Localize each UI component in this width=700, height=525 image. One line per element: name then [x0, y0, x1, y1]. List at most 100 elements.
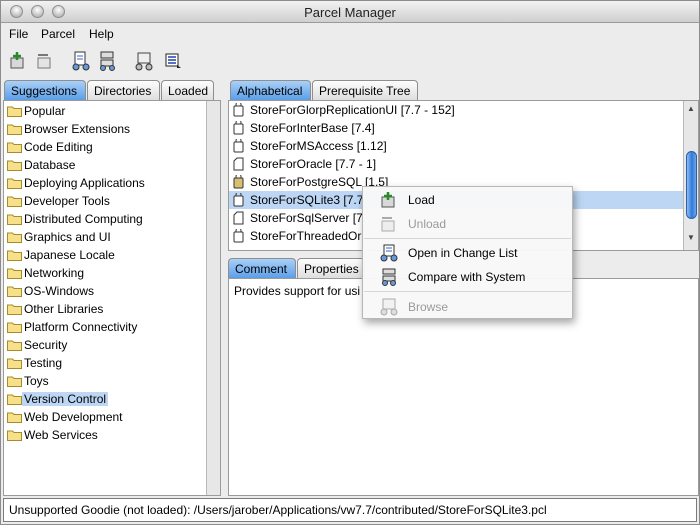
- category-item[interactable]: Web Services: [4, 426, 220, 444]
- category-item[interactable]: Developer Tools: [4, 192, 220, 210]
- context-menu: Load Unload Open in Change List Compare …: [362, 186, 573, 319]
- parcel-scroll-thumb[interactable]: [686, 151, 697, 219]
- tab-comment[interactable]: Comment: [228, 258, 296, 278]
- category-item[interactable]: Database: [4, 156, 220, 174]
- context-load-label: Load: [408, 193, 435, 207]
- context-unload-label: Unload: [408, 217, 447, 231]
- tab-directories[interactable]: Directories: [87, 80, 160, 100]
- parcel-icon: [233, 121, 244, 135]
- context-open-change-list[interactable]: Open in Change List: [363, 242, 572, 264]
- tab-alphabetical[interactable]: Alphabetical: [230, 80, 311, 100]
- menu-file[interactable]: File: [9, 27, 28, 41]
- folder-icon: [7, 304, 22, 315]
- publish-icon[interactable]: [163, 51, 183, 71]
- parcel-label: StoreForInterBase [7.4]: [250, 121, 375, 135]
- category-item[interactable]: Other Libraries: [4, 300, 220, 318]
- category-item[interactable]: Security: [4, 336, 220, 354]
- folder-icon: [7, 160, 22, 171]
- parcel-tab-bar: Alphabetical Prerequisite Tree: [230, 80, 420, 100]
- category-label: Popular: [24, 104, 66, 118]
- folder-icon: [7, 412, 22, 423]
- parcel-item[interactable]: StoreForOracle [7.7 - 1]: [229, 155, 684, 173]
- folder-icon: [7, 142, 22, 153]
- unload-parcel-icon[interactable]: [35, 51, 55, 71]
- menu-help[interactable]: Help: [89, 27, 114, 41]
- category-label: Platform Connectivity: [24, 320, 138, 334]
- detail-tab-bar: Comment Properties: [228, 258, 368, 278]
- parcel-locked-icon: [233, 175, 244, 189]
- parcel-label: StoreForMSAccess [1.12]: [250, 139, 387, 153]
- browse-icon[interactable]: [134, 51, 154, 71]
- compare-system-icon[interactable]: [98, 51, 118, 71]
- folder-icon: [7, 358, 22, 369]
- category-label: Version Control: [22, 392, 109, 406]
- parcel-item[interactable]: StoreForMSAccess [1.12]: [229, 137, 684, 155]
- parcel-label: StoreForSqlServer [7.: [250, 211, 367, 225]
- folder-icon: [7, 232, 22, 243]
- left-tab-bar: Suggestions Directories Loaded: [4, 80, 214, 100]
- category-scrollbar[interactable]: [206, 101, 220, 495]
- status-text: Unsupported Goodie (not loaded): /Users/…: [9, 503, 547, 517]
- category-label: Networking: [24, 266, 85, 280]
- load-parcel-icon[interactable]: [8, 51, 28, 71]
- category-item[interactable]: Testing: [4, 354, 220, 372]
- category-item[interactable]: Version Control: [4, 390, 220, 408]
- category-label: Distributed Computing: [24, 212, 143, 226]
- category-label: Code Editing: [24, 140, 93, 154]
- context-compare-with-system-label: Compare with System: [408, 270, 526, 284]
- folder-icon: [7, 268, 22, 279]
- category-label: Web Services: [24, 428, 98, 442]
- context-unload[interactable]: Unload: [363, 213, 572, 235]
- open-change-list-icon[interactable]: [71, 51, 91, 71]
- parcel-scrollbar[interactable]: ▲ ▼: [683, 101, 698, 250]
- category-label: Other Libraries: [24, 302, 104, 316]
- category-item[interactable]: Toys: [4, 372, 220, 390]
- category-label: Database: [24, 158, 76, 172]
- category-item[interactable]: Graphics and UI: [4, 228, 220, 246]
- tab-prerequisite-tree[interactable]: Prerequisite Tree: [312, 80, 418, 100]
- scroll-down-icon[interactable]: ▼: [684, 233, 698, 247]
- folder-icon: [7, 376, 22, 387]
- folder-icon: [7, 394, 22, 405]
- parcel-item[interactable]: StoreForInterBase [7.4]: [229, 119, 684, 137]
- scroll-up-icon[interactable]: ▲: [684, 104, 698, 118]
- parcel-icon: [233, 103, 244, 117]
- parcel-label: StoreForThreadedOr: [250, 229, 362, 243]
- category-item[interactable]: Platform Connectivity: [4, 318, 220, 336]
- category-item[interactable]: Japanese Locale: [4, 246, 220, 264]
- category-label: Toys: [24, 374, 49, 388]
- folder-icon: [7, 124, 22, 135]
- context-load[interactable]: Load: [363, 189, 572, 211]
- category-item[interactable]: Networking: [4, 264, 220, 282]
- tab-loaded[interactable]: Loaded: [161, 80, 214, 100]
- browse-icon: [380, 298, 398, 316]
- tab-suggestions[interactable]: Suggestions: [4, 80, 86, 100]
- context-browse[interactable]: Browse: [363, 296, 572, 318]
- tab-properties[interactable]: Properties: [297, 258, 365, 278]
- context-compare-with-system[interactable]: Compare with System: [363, 266, 572, 288]
- category-item[interactable]: Popular: [4, 102, 220, 120]
- parcel-item[interactable]: StoreForGlorpReplicationUI [7.7 - 152]: [229, 101, 684, 119]
- title-bar[interactable]: Parcel Manager: [1, 1, 699, 23]
- category-item[interactable]: Deploying Applications: [4, 174, 220, 192]
- folder-icon: [7, 196, 22, 207]
- status-bar: Unsupported Goodie (not loaded): /Users/…: [3, 498, 697, 522]
- parcel-icon: [233, 139, 244, 153]
- comment-text: Provides support for usi: [234, 284, 361, 298]
- category-item[interactable]: Distributed Computing: [4, 210, 220, 228]
- folder-icon: [7, 340, 22, 351]
- category-label: Japanese Locale: [24, 248, 115, 262]
- folder-icon: [7, 250, 22, 261]
- compare-icon: [382, 268, 396, 286]
- load-icon: [381, 192, 395, 208]
- category-item[interactable]: Browser Extensions: [4, 120, 220, 138]
- parcel-label: StoreForOracle [7.7 - 1]: [250, 157, 377, 171]
- category-item[interactable]: Web Development: [4, 408, 220, 426]
- category-item[interactable]: OS-Windows: [4, 282, 220, 300]
- context-separator: [364, 238, 571, 239]
- category-item[interactable]: Code Editing: [4, 138, 220, 156]
- category-label: Deploying Applications: [24, 176, 145, 190]
- parcel-label: StoreForGlorpReplicationUI [7.7 - 152]: [250, 103, 455, 117]
- category-label: Graphics and UI: [24, 230, 111, 244]
- menu-parcel[interactable]: Parcel: [41, 27, 75, 41]
